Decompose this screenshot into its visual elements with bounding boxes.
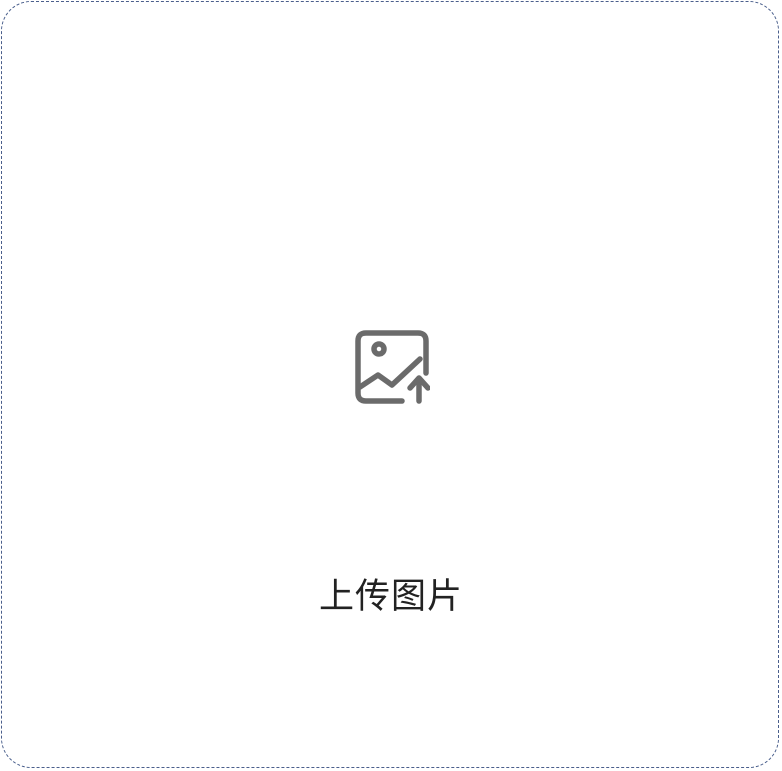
- image-upload-icon: [354, 329, 430, 405]
- upload-label: 上传图片: [318, 577, 463, 617]
- image-upload-dropzone[interactable]: [1, 1, 779, 768]
